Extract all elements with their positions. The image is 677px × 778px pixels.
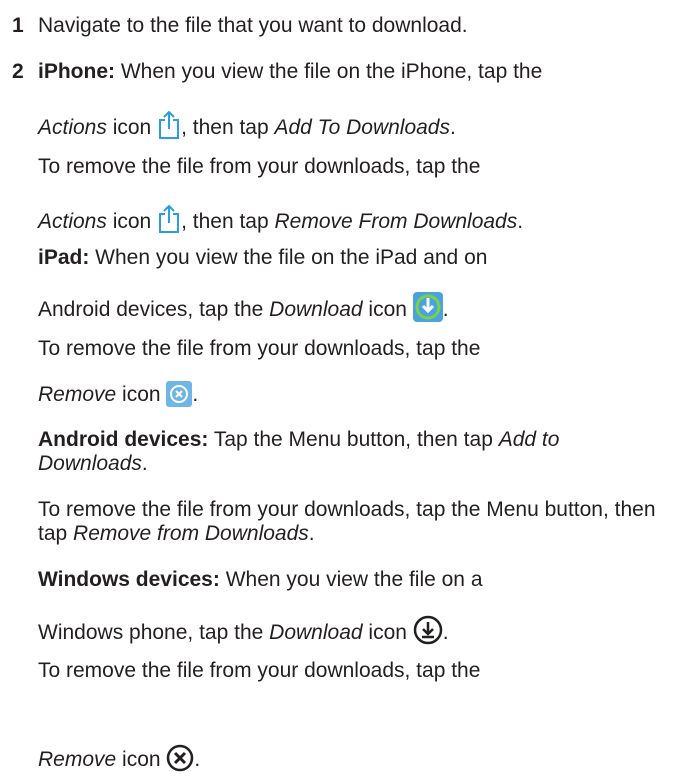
- ipad-remove-line: Remove icon .: [38, 381, 669, 407]
- iphone-add-line: Actions icon , then tap Add To Downloads…: [38, 110, 669, 140]
- then-tap-text: , then tap: [181, 116, 275, 139]
- step-number-2: 2: [12, 60, 24, 83]
- windows-intro: Windows devices: When you view the file …: [38, 568, 669, 592]
- step-1-text: Navigate to the file that you want to do…: [38, 14, 468, 37]
- download-word: Download: [269, 621, 363, 644]
- icon-word: icon: [116, 383, 167, 406]
- add-to-downloads-action: Add To Downloads: [274, 116, 450, 139]
- ipad-intro: iPad: When you view the file on the iPad…: [38, 246, 669, 270]
- remove-word: Remove: [38, 748, 117, 771]
- period: .: [141, 452, 148, 475]
- period: .: [308, 522, 315, 545]
- iphone-remove-intro: To remove the file from your downloads, …: [38, 155, 481, 178]
- windows-label: Windows devices:: [38, 568, 220, 591]
- period: .: [517, 210, 524, 233]
- actions-word: Actions: [38, 116, 107, 139]
- remove-circle-icon: [166, 381, 193, 407]
- icon-word: icon: [106, 116, 158, 139]
- remove-from-downloads-action: Remove from Downloads: [73, 522, 309, 545]
- windows-remove-intro: To remove the file from your downloads, …: [38, 659, 481, 682]
- ipad-line2-text: Android devices, tap the: [38, 298, 270, 321]
- period: .: [442, 621, 449, 644]
- share-icon: [157, 204, 181, 234]
- ipad-download-line: Android devices, tap the Download icon .: [38, 292, 669, 322]
- period: .: [442, 298, 449, 321]
- then-tap-text: , then tap: [181, 210, 275, 233]
- download-word: Download: [269, 298, 363, 321]
- step-number-1: 1: [12, 14, 24, 37]
- icon-word: icon: [116, 748, 167, 771]
- remove-word: Remove: [38, 383, 117, 406]
- windows-line2-text: Windows phone, tap the: [38, 621, 270, 644]
- windows-download-line: Windows phone, tap the Download icon .: [38, 615, 669, 645]
- download-circle-icon: [412, 292, 443, 322]
- windows-remove-line: Remove icon .: [38, 744, 669, 772]
- ipad-label: iPad:: [38, 246, 90, 269]
- instructions-document: 1 Navigate to the file that you want to …: [0, 0, 677, 778]
- ipad-remove-intro: To remove the file from your downloads, …: [38, 337, 481, 360]
- windows-download-icon: [413, 615, 443, 645]
- share-icon: [157, 110, 181, 140]
- icon-word: icon: [362, 298, 413, 321]
- android-paragraph: Android devices: Tap the Menu button, th…: [38, 428, 669, 476]
- period: .: [194, 748, 201, 771]
- iphone-intro-text: When you view the file on the iPhone, ta…: [115, 60, 543, 83]
- ipad-intro-text: When you view the file on the iPad and o…: [89, 246, 488, 269]
- period: .: [192, 383, 199, 406]
- icon-word: icon: [362, 621, 413, 644]
- iphone-remove-line: Actions icon , then tap Remove From Down…: [38, 204, 669, 234]
- period: .: [450, 116, 456, 139]
- remove-from-downloads-action: Remove From Downloads: [274, 210, 518, 233]
- android-text: Tap the Menu button, then tap: [208, 428, 499, 451]
- android-label: Android devices:: [38, 428, 209, 451]
- icon-word: icon: [106, 210, 158, 233]
- iphone-label: iPhone:: [38, 60, 115, 83]
- windows-remove-icon: [166, 744, 194, 772]
- actions-word: Actions: [38, 210, 107, 233]
- windows-intro-text: When you view the file on a: [219, 568, 483, 591]
- android-remove-paragraph: To remove the file from your downloads, …: [38, 498, 669, 546]
- iphone-intro: iPhone: When you view the file on the iP…: [38, 60, 669, 84]
